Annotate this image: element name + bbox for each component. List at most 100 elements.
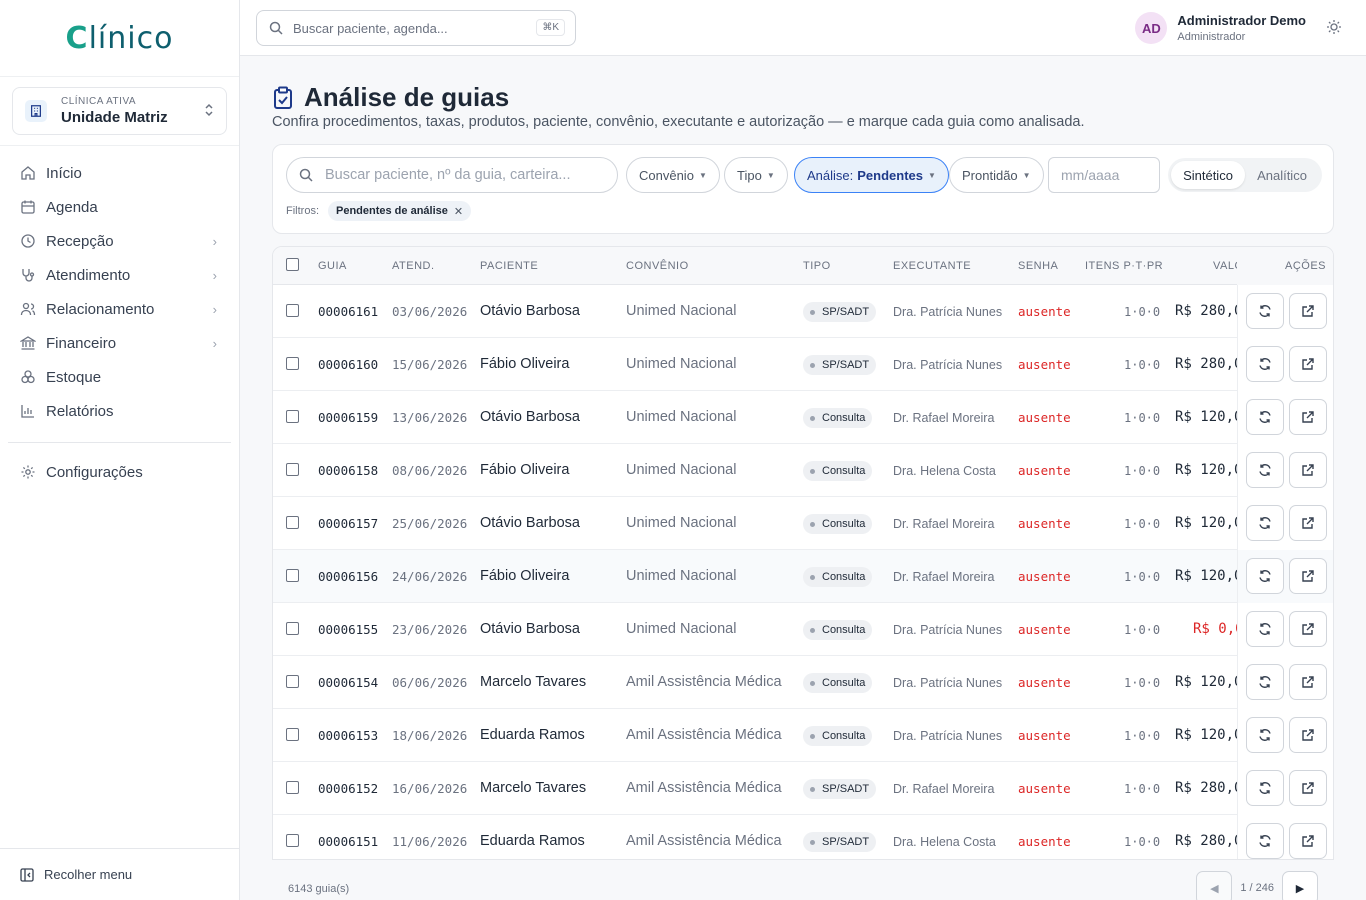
- next-page-button[interactable]: ▶: [1282, 871, 1318, 900]
- sidebar-item-recepcao[interactable]: Recepção ›: [0, 224, 239, 258]
- refresh-button[interactable]: [1246, 664, 1284, 700]
- refresh-button[interactable]: [1246, 611, 1284, 647]
- table-row[interactable]: 00006151 11/06/2026 Eduarda Ramos Amil A…: [273, 815, 1333, 859]
- refresh-button[interactable]: [1246, 346, 1284, 382]
- sidebar-item-financeiro[interactable]: Financeiro ›: [0, 326, 239, 360]
- month-input[interactable]: mm/aaaa: [1048, 157, 1160, 193]
- refresh-button[interactable]: [1246, 717, 1284, 753]
- open-external-button[interactable]: [1289, 346, 1327, 382]
- guide-search-input[interactable]: Buscar paciente, nº da guia, carteira...: [286, 157, 618, 193]
- prev-page-button[interactable]: ◀: [1196, 871, 1233, 900]
- table-row[interactable]: 00006153 18/06/2026 Eduarda Ramos Amil A…: [273, 709, 1333, 762]
- row-checkbox[interactable]: [286, 304, 299, 317]
- patient-name[interactable]: Marcelo Tavares: [480, 674, 586, 690]
- patient-name[interactable]: Otávio Barbosa: [480, 303, 580, 319]
- sidebar-item-atendimento[interactable]: Atendimento ›: [0, 258, 239, 292]
- row-checkbox[interactable]: [286, 728, 299, 741]
- refresh-button[interactable]: [1246, 293, 1284, 329]
- refresh-button[interactable]: [1246, 505, 1284, 541]
- close-icon[interactable]: ✕: [454, 205, 463, 218]
- senha-status: ausente: [1018, 622, 1071, 637]
- open-external-button[interactable]: [1289, 611, 1327, 647]
- select-all-checkbox[interactable]: [286, 258, 299, 271]
- executante-name: Dr. Rafael Moreira: [893, 782, 995, 796]
- analise-filter[interactable]: Análise: Pendentes ▼: [794, 157, 949, 193]
- col-valor[interactable]: VALOR: [1213, 260, 1237, 272]
- patient-name[interactable]: Eduarda Ramos: [480, 727, 585, 743]
- sun-icon[interactable]: [1326, 19, 1342, 35]
- table-row[interactable]: 00006157 25/06/2026 Otávio Barbosa Unime…: [273, 497, 1333, 550]
- row-checkbox[interactable]: [286, 357, 299, 370]
- row-checkbox[interactable]: [286, 410, 299, 423]
- refresh-button[interactable]: [1246, 823, 1284, 859]
- sidebar-item-configuracoes[interactable]: Configurações: [0, 455, 239, 489]
- patient-name[interactable]: Fábio Oliveira: [480, 356, 569, 372]
- valor-amount: R$ 120,00: [1175, 674, 1237, 690]
- patient-name[interactable]: Otávio Barbosa: [480, 621, 580, 637]
- table-row[interactable]: 00006161 03/06/2026 Otávio Barbosa Unime…: [273, 285, 1333, 338]
- row-checkbox[interactable]: [286, 675, 299, 688]
- table-row[interactable]: 00006156 24/06/2026 Fábio Oliveira Unime…: [273, 550, 1333, 603]
- sidebar-item-inicio[interactable]: Início: [0, 156, 239, 190]
- patient-name[interactable]: Marcelo Tavares: [480, 780, 586, 796]
- sidebar-item-estoque[interactable]: Estoque: [0, 360, 239, 394]
- row-checkbox[interactable]: [286, 569, 299, 582]
- open-external-button[interactable]: [1289, 770, 1327, 806]
- open-external-button[interactable]: [1289, 664, 1327, 700]
- patient-name[interactable]: Fábio Oliveira: [480, 568, 569, 584]
- row-checkbox[interactable]: [286, 781, 299, 794]
- view-analitico[interactable]: Analítico: [1245, 161, 1319, 189]
- clinic-selector[interactable]: CLÍNICA ATIVA Unidade Matriz: [12, 87, 227, 135]
- sidebar-item-agenda[interactable]: Agenda: [0, 190, 239, 224]
- open-external-button[interactable]: [1289, 293, 1327, 329]
- col-senha[interactable]: SENHA: [1018, 260, 1058, 272]
- logo[interactable]: Clínico: [0, 0, 239, 77]
- col-guia[interactable]: GUIA: [318, 260, 347, 272]
- refresh-button[interactable]: [1246, 399, 1284, 435]
- external-link-icon: [1301, 728, 1315, 742]
- open-external-button[interactable]: [1289, 558, 1327, 594]
- sidebar-item-relatorios[interactable]: Relatórios: [0, 394, 239, 428]
- collapse-menu-button[interactable]: Recolher menu: [0, 848, 239, 900]
- view-sintetico[interactable]: Sintético: [1171, 161, 1245, 189]
- table-row[interactable]: 00006160 15/06/2026 Fábio Oliveira Unime…: [273, 338, 1333, 391]
- guia-number: 00006152: [318, 781, 379, 796]
- sidebar-item-relacionamento[interactable]: Relacionamento ›: [0, 292, 239, 326]
- open-external-button[interactable]: [1289, 823, 1327, 859]
- bar-chart-icon: [20, 403, 36, 419]
- refresh-button[interactable]: [1246, 558, 1284, 594]
- active-filter-chip[interactable]: Pendentes de análise ✕: [328, 201, 472, 221]
- table-row[interactable]: 00006154 06/06/2026 Marcelo Tavares Amil…: [273, 656, 1333, 709]
- row-checkbox[interactable]: [286, 516, 299, 529]
- tipo-filter[interactable]: Tipo ▼: [724, 157, 788, 193]
- col-paciente[interactable]: PACIENTE: [480, 260, 538, 272]
- sidebar-item-label: Atendimento: [46, 266, 131, 284]
- table-row[interactable]: 00006155 23/06/2026 Otávio Barbosa Unime…: [273, 603, 1333, 656]
- sidebar-item-label: Agenda: [46, 198, 98, 216]
- refresh-button[interactable]: [1246, 452, 1284, 488]
- user-menu[interactable]: AD Administrador Demo Administrador: [1135, 12, 1306, 44]
- row-checkbox[interactable]: [286, 834, 299, 847]
- col-executante[interactable]: EXECUTANTE: [893, 260, 971, 272]
- patient-name[interactable]: Eduarda Ramos: [480, 833, 585, 849]
- row-checkbox[interactable]: [286, 463, 299, 476]
- col-tipo[interactable]: TIPO: [803, 260, 831, 272]
- refresh-button[interactable]: [1246, 770, 1284, 806]
- open-external-button[interactable]: [1289, 399, 1327, 435]
- global-search-input[interactable]: Buscar paciente, agenda... ⌘K: [256, 10, 576, 46]
- prontidao-filter[interactable]: Prontidão ▼: [949, 157, 1044, 193]
- open-external-button[interactable]: [1289, 717, 1327, 753]
- col-atend[interactable]: ATEND.: [392, 260, 435, 272]
- row-checkbox[interactable]: [286, 622, 299, 635]
- convenio-filter[interactable]: Convênio ▼: [626, 157, 720, 193]
- open-external-button[interactable]: [1289, 452, 1327, 488]
- table-row[interactable]: 00006158 08/06/2026 Fábio Oliveira Unime…: [273, 444, 1333, 497]
- patient-name[interactable]: Otávio Barbosa: [480, 515, 580, 531]
- patient-name[interactable]: Fábio Oliveira: [480, 462, 569, 478]
- patient-name[interactable]: Otávio Barbosa: [480, 409, 580, 425]
- table-row[interactable]: 00006159 13/06/2026 Otávio Barbosa Unime…: [273, 391, 1333, 444]
- col-convenio[interactable]: CONVÊNIO: [626, 260, 689, 272]
- open-external-button[interactable]: [1289, 505, 1327, 541]
- col-itens[interactable]: ITENS P·T·PR: [1085, 260, 1163, 272]
- table-row[interactable]: 00006152 16/06/2026 Marcelo Tavares Amil…: [273, 762, 1333, 815]
